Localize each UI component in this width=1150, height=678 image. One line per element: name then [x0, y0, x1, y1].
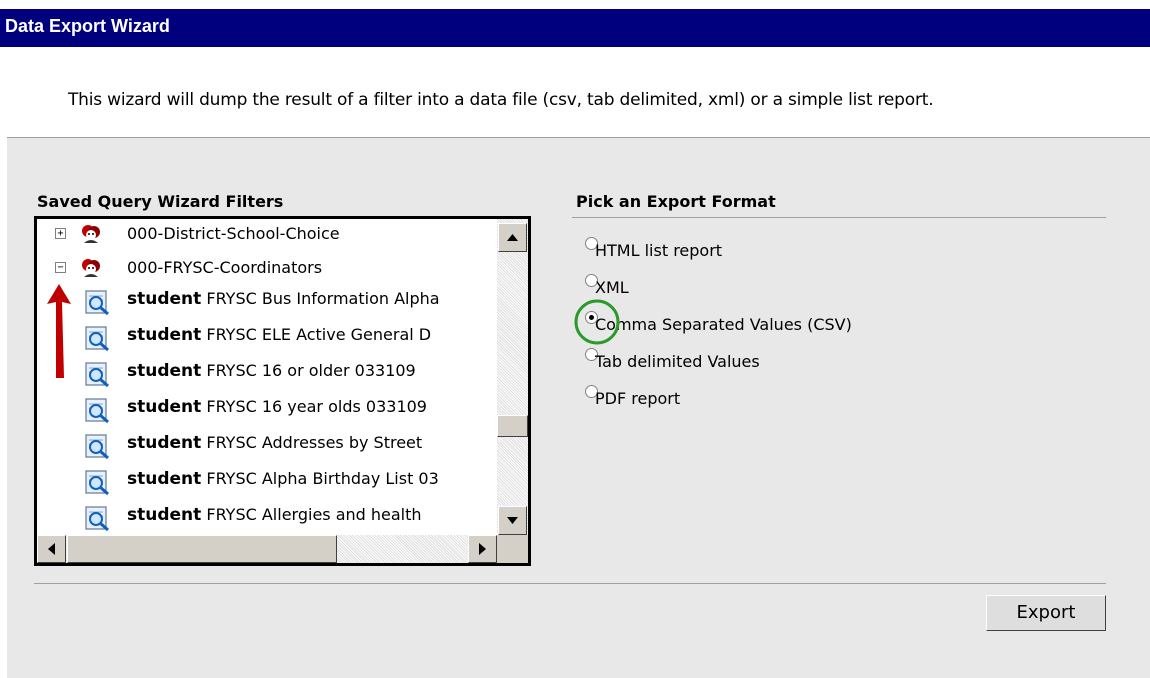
scroll-up-button[interactable]	[498, 223, 527, 252]
scroll-up-icon	[507, 234, 518, 241]
tree-query-item[interactable]: student FRYSC ELE Active General D	[37, 322, 497, 358]
window-title: Data Export Wizard	[5, 16, 170, 36]
tree-query-item[interactable]: student FRYSC Bus Information Alpha	[37, 286, 497, 322]
radio-label: HTML list report	[595, 241, 723, 260]
query-type: student	[127, 433, 202, 453]
query-name: FRYSC Addresses by Street	[206, 433, 423, 452]
horizontal-scroll-thumb[interactable]	[67, 535, 337, 563]
query-type: student	[127, 505, 202, 525]
intro-text: This wizard will dump the result of a fi…	[68, 90, 934, 110]
tree-query-item[interactable]: student FRYSC 16 year olds 033109	[37, 394, 497, 430]
filters-title: Saved Query Wizard Filters	[37, 192, 284, 211]
tree-query-item[interactable]: student FRYSC Allergies and health	[37, 502, 497, 538]
vertical-scrollbar[interactable]	[497, 219, 528, 539]
radio-label: Tab delimited Values	[595, 352, 760, 371]
radio-label: PDF report	[595, 389, 681, 408]
folder-user-icon	[82, 259, 100, 277]
query-name: FRYSC Bus Information Alpha	[201, 289, 440, 308]
window-titlebar: Data Export Wizard	[0, 9, 1150, 47]
tree-folder-district-school-choice[interactable]: + 000-District-School-Choice	[37, 221, 497, 257]
scroll-left-button[interactable]	[37, 535, 66, 563]
vertical-scroll-thumb[interactable]	[497, 415, 528, 437]
query-type: student	[127, 325, 202, 345]
query-magnifier-icon	[85, 506, 109, 532]
query-magnifier-icon	[85, 434, 109, 460]
tree-query-item[interactable]: student FRYSC Addresses by Street	[37, 430, 497, 466]
tree-folder-label: 000-FRYSC-Coordinators	[127, 258, 323, 277]
scroll-right-icon	[479, 543, 486, 555]
query-magnifier-icon	[85, 398, 109, 424]
query-type: student	[127, 289, 202, 309]
folder-user-icon	[82, 225, 100, 243]
radio-label: XML	[595, 278, 629, 297]
tree-folder-label: 000-District-School-Choice	[127, 224, 340, 243]
annotation-circle-icon	[574, 299, 620, 345]
plus-expander-icon[interactable]: +	[55, 228, 66, 239]
annotation-arrow-icon	[47, 284, 71, 378]
query-magnifier-icon	[85, 470, 109, 496]
radio-label: Comma Separated Values (CSV)	[595, 315, 852, 334]
query-name: FRYSC 16 or older 033109	[206, 361, 416, 380]
scroll-left-icon	[48, 543, 55, 555]
query-magnifier-icon	[85, 290, 109, 316]
scroll-down-button[interactable]	[498, 506, 527, 535]
query-type: student	[127, 361, 202, 381]
filter-tree[interactable]: + 000-District-School-Choice − 000-FRYSC…	[34, 216, 531, 566]
query-magnifier-icon	[85, 326, 109, 352]
query-magnifier-icon	[85, 362, 109, 388]
format-divider	[572, 217, 1106, 218]
scroll-down-icon	[507, 517, 518, 524]
format-title: Pick an Export Format	[576, 192, 776, 211]
bottom-divider	[34, 583, 1106, 584]
query-name: FRYSC ELE Active General D	[201, 325, 432, 344]
export-button[interactable]: Export	[986, 595, 1106, 631]
scrollbar-corner	[497, 535, 528, 563]
query-type: student	[127, 469, 202, 489]
tree-query-item[interactable]: student FRYSC Alpha Birthday List 03	[37, 466, 497, 502]
scroll-right-button[interactable]	[468, 535, 497, 563]
query-name: FRYSC 16 year olds 033109	[206, 397, 427, 416]
query-name: FRYSC Alpha Birthday List 03	[206, 469, 439, 488]
tree-query-item[interactable]: student FRYSC 16 or older 033109	[37, 358, 497, 394]
minus-expander-icon[interactable]: −	[55, 262, 66, 273]
query-type: student	[127, 397, 202, 417]
query-name: FRYSC Allergies and health	[206, 505, 422, 524]
